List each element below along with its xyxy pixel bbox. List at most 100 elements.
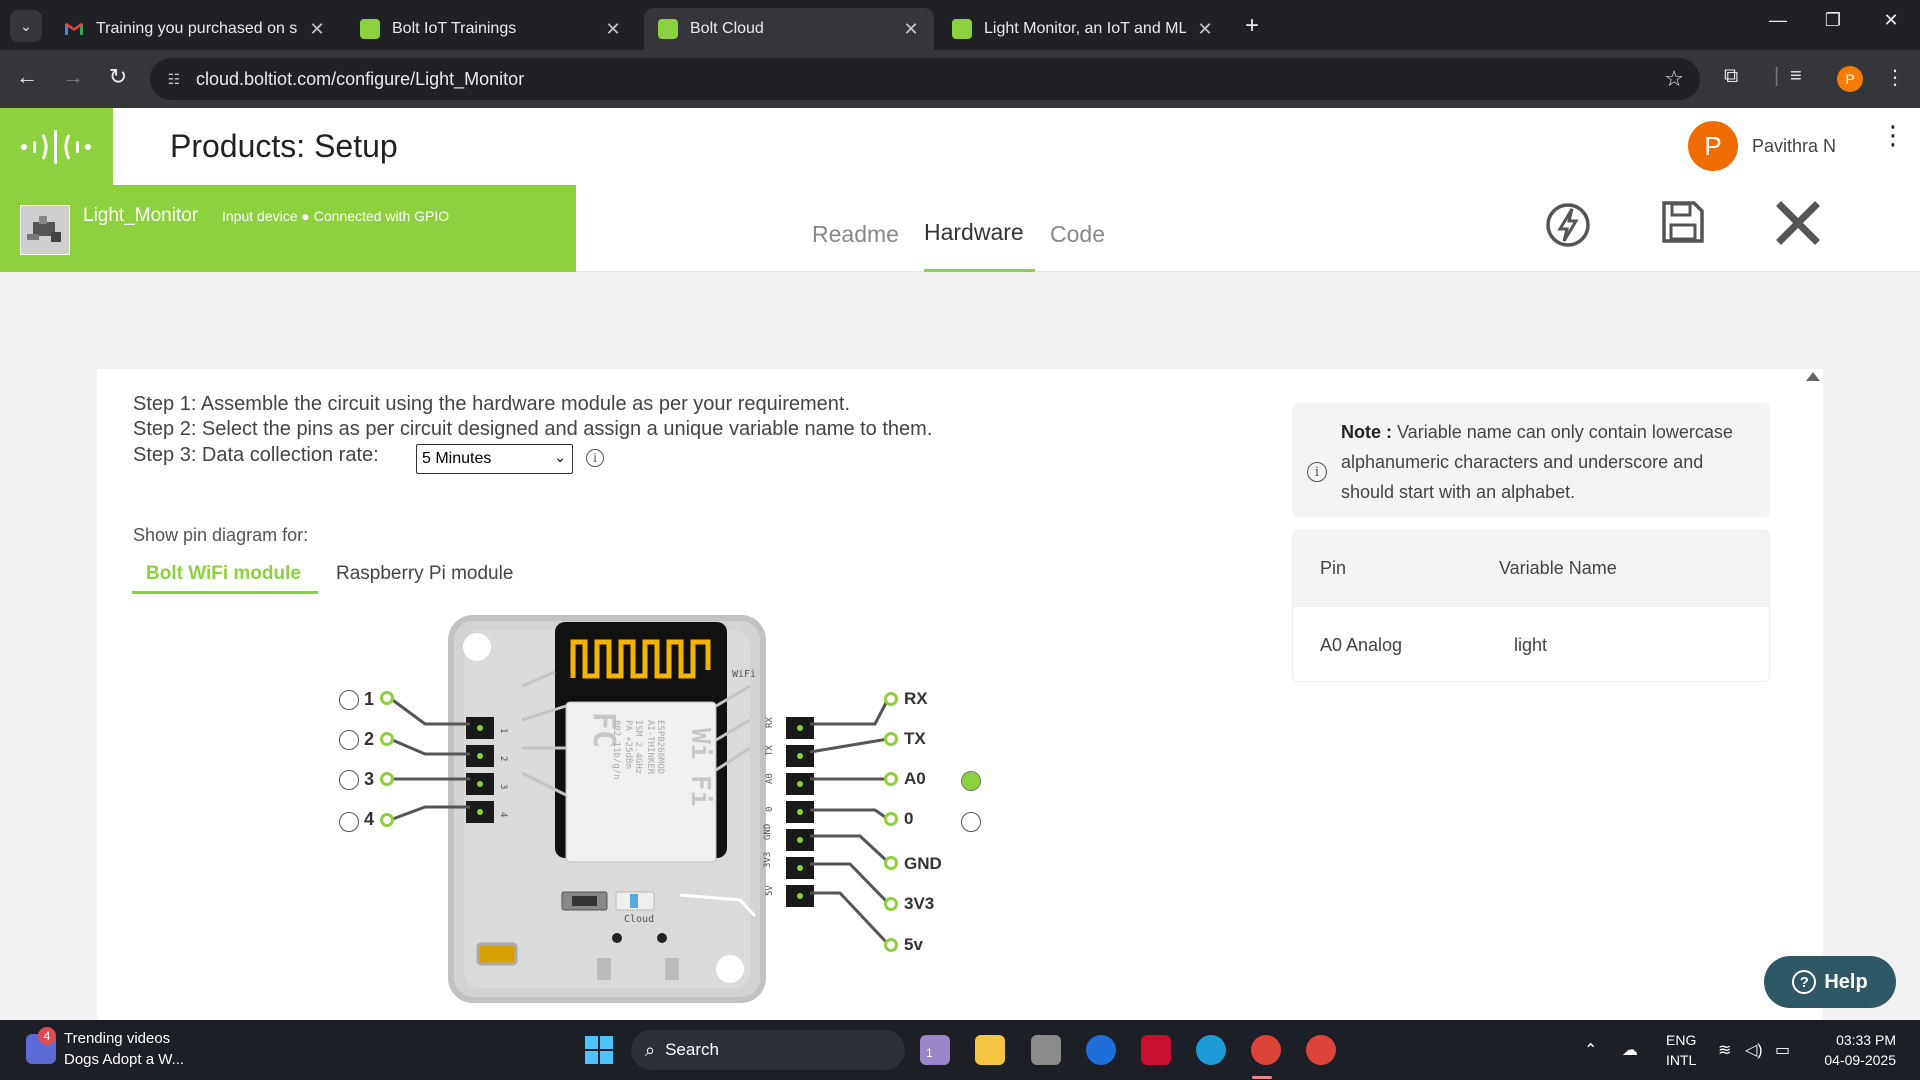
battery-icon[interactable]: ▭ (1775, 1040, 1790, 1060)
data-rate-select[interactable]: 5 Minutes ⌄ (416, 444, 573, 474)
app-icon[interactable] (1031, 1035, 1061, 1065)
pin-2-radio[interactable] (339, 730, 359, 750)
help-button[interactable]: ? Help (1764, 956, 1896, 1008)
browser-menu-icon[interactable]: ⋮ (1885, 65, 1905, 90)
pin-3-label: 3 (364, 769, 375, 789)
pin-3-radio[interactable] (339, 770, 359, 790)
chrome-icon[interactable] (1251, 1035, 1281, 1065)
bolt-favicon-icon (658, 19, 678, 39)
clock-date[interactable]: 04-09-2025 (1810, 1052, 1896, 1068)
news-subtitle[interactable]: Dogs Adopt a W... (64, 1051, 184, 1068)
step-2-text: Step 2: Select the pins as per circuit d… (133, 418, 933, 440)
tab-readme[interactable]: Readme (812, 221, 899, 248)
close-icon[interactable] (1776, 201, 1820, 250)
save-icon[interactable] (1660, 199, 1706, 250)
address-bar[interactable]: ☷ cloud.boltiot.com/configure/Light_Moni… (150, 58, 1700, 100)
news-title[interactable]: Trending videos (64, 1030, 170, 1047)
tab-search-button[interactable]: ⌄ (10, 10, 42, 42)
close-tab-icon[interactable]: ✕ (1196, 19, 1214, 40)
page-title: Products: Setup (170, 128, 398, 164)
chip-ism-text: ISM 2.4GHz (633, 720, 643, 774)
new-tab-button[interactable]: + (1245, 12, 1259, 40)
step-3-text: Step 3: Data collection rate: (133, 444, 379, 466)
network-icon[interactable]: ☁ (1622, 1040, 1638, 1060)
active-app-indicator (1252, 1076, 1272, 1079)
product-meta: Input device ● Connected with GPIO (222, 208, 450, 224)
taskbar-search[interactable]: ⌕ Search (631, 1030, 905, 1070)
wifi-icon[interactable]: ≋ (1718, 1040, 1731, 1060)
close-tab-icon[interactable]: ✕ (604, 19, 622, 40)
chip-pa-text: PA +25dBm (623, 720, 633, 769)
close-window-button[interactable]: ✕ (1876, 10, 1906, 31)
windows-taskbar: 4 Trending videos Dogs Adopt a W... ⌕ Se… (0, 1020, 1920, 1080)
mcafee-icon[interactable] (1141, 1035, 1171, 1065)
search-icon: ⌕ (645, 1039, 656, 1060)
edge-icon[interactable] (1196, 1035, 1226, 1065)
header-pin-label: 4 (498, 812, 508, 817)
chrome-profile-icon[interactable] (1306, 1035, 1336, 1065)
info-icon[interactable]: i (586, 449, 604, 467)
header-pin-label: 3V3 (763, 852, 773, 868)
module-tab-bolt-wifi[interactable]: Bolt WiFi module (146, 563, 301, 585)
browser-toolbar: ← → ↻ ☷ cloud.boltiot.com/configure/Ligh… (0, 50, 1920, 108)
browser-profile-avatar[interactable]: P (1837, 66, 1863, 92)
deploy-icon[interactable] (1544, 201, 1592, 254)
pin-4-radio[interactable] (339, 812, 359, 832)
language-label[interactable]: ENG (1666, 1032, 1696, 1048)
minimize-button[interactable]: — (1763, 10, 1793, 31)
chevron-up-icon[interactable]: ⌃ (1584, 1040, 1597, 1060)
dell-icon[interactable] (1086, 1035, 1116, 1065)
pin-4-label: 4 (364, 809, 375, 829)
pin-a0-radio-selected[interactable] (961, 771, 981, 791)
browser-tab-light-monitor[interactable]: Light Monitor, an IoT and ML proj ✕ (938, 8, 1228, 50)
chip-brand-text: Wi Fi (685, 728, 715, 806)
module-tab-raspberry-pi[interactable]: Raspberry Pi module (336, 563, 513, 585)
windows-start-icon[interactable] (584, 1035, 614, 1065)
browser-tab-gmail[interactable]: Training you purchased on shop ✕ (50, 8, 340, 50)
forward-button[interactable]: → (58, 64, 88, 90)
header-pin-label: 2 (498, 756, 508, 761)
bookmark-star-icon[interactable]: ☆ (1664, 66, 1684, 92)
header-pin-label: TX (765, 745, 775, 756)
pin-variable-table: Pin Variable Name A0 Analog light (1292, 530, 1770, 682)
table-header-variable: Variable Name (1499, 558, 1617, 578)
module-tab-indicator (132, 591, 318, 594)
pin-a0-label: A0 (904, 769, 926, 788)
header-pin-label: 1 (498, 728, 508, 733)
chip-vendor-text: AI-THINKER (645, 720, 655, 775)
bolt-favicon-icon (360, 19, 380, 39)
scroll-up-arrow[interactable] (1806, 372, 1820, 381)
user-name[interactable]: Pavithra N (1752, 136, 1836, 157)
reload-button[interactable]: ↻ (103, 64, 133, 90)
keyboard-label[interactable]: INTL (1666, 1052, 1696, 1068)
pin-gnd-label: GND (904, 854, 942, 873)
search-label: Search (665, 1040, 719, 1059)
note-body: Variable name can only contain lowercase… (1341, 422, 1733, 502)
info-icon: i (1307, 462, 1327, 482)
file-explorer-icon[interactable] (975, 1035, 1005, 1065)
tab-code[interactable]: Code (1050, 221, 1105, 248)
back-button[interactable]: ← (12, 64, 42, 90)
user-avatar[interactable]: P (1688, 121, 1738, 171)
close-tab-icon[interactable]: ✕ (902, 19, 920, 40)
pin-0-radio[interactable] (961, 812, 981, 832)
pin-1-radio[interactable] (339, 690, 359, 710)
browser-tab-bolt-cloud[interactable]: Bolt Cloud ✕ (644, 8, 934, 50)
more-options-icon[interactable]: ⋮ (1880, 122, 1906, 148)
step-1-text: Step 1: Assemble the circuit using the h… (133, 393, 851, 415)
restore-button[interactable]: ❐ (1818, 10, 1848, 31)
product-thumbnail (20, 205, 70, 255)
browser-tab-bolt-trainings[interactable]: Bolt IoT Trainings ✕ (346, 8, 636, 50)
table-cell-variable[interactable]: light (1514, 635, 1547, 656)
clock-time[interactable]: 03:33 PM (1820, 1032, 1896, 1048)
extensions-icon[interactable]: ⧉ (1724, 65, 1738, 88)
bolt-logo[interactable] (0, 108, 113, 185)
media-control-icon[interactable]: ≡ (1790, 65, 1802, 88)
volume-icon[interactable]: ◁) (1745, 1040, 1763, 1060)
site-info-icon[interactable]: ☷ (164, 69, 184, 89)
meet-app-icon[interactable] (920, 1035, 950, 1065)
tab-hardware[interactable]: Hardware (924, 219, 1024, 246)
mount-hole (463, 633, 491, 661)
close-tab-icon[interactable]: ✕ (308, 19, 326, 40)
board-capacitor (476, 942, 518, 966)
